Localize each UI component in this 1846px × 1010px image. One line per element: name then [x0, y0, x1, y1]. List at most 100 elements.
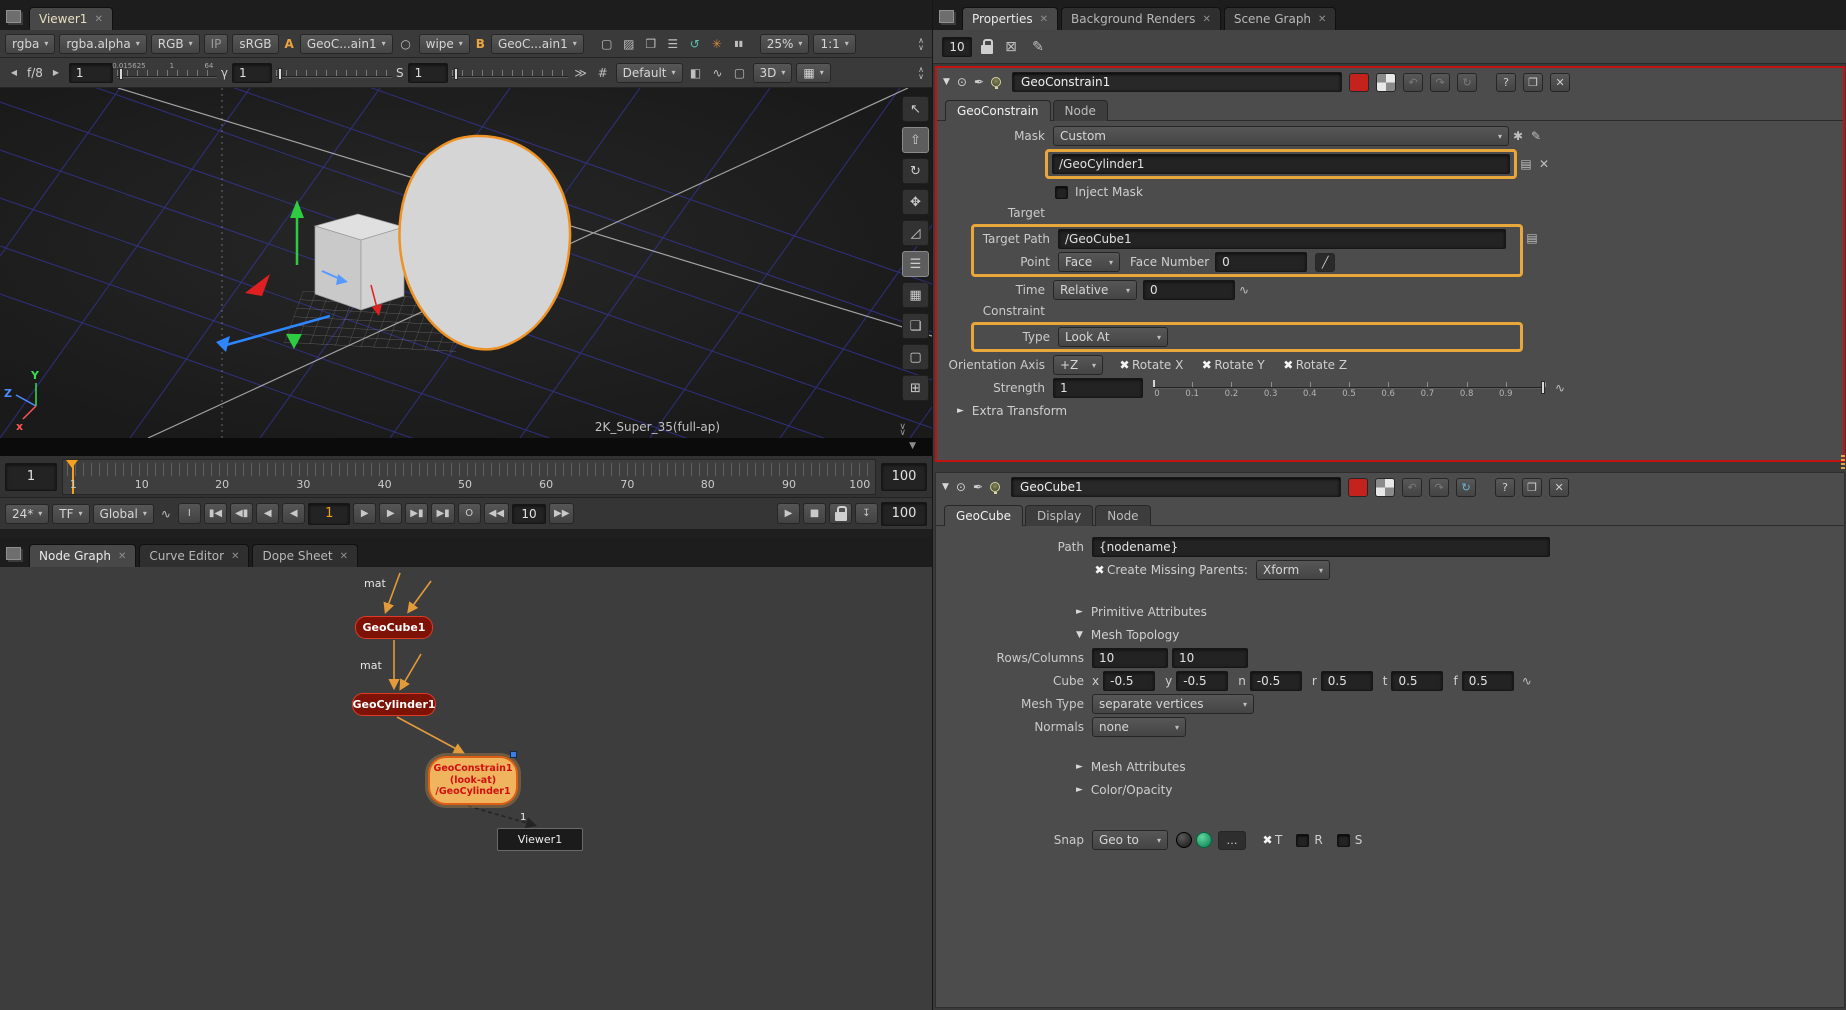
help-icon[interactable]: ?: [1495, 478, 1515, 497]
collapse-triangle-icon[interactable]: ▼: [909, 441, 916, 451]
channel-swatch[interactable]: [1376, 73, 1396, 92]
set-in-button[interactable]: I: [178, 503, 201, 524]
next-keyframe-button[interactable]: ▶▮: [405, 503, 428, 524]
snap-r-checkbox[interactable]: [1296, 834, 1309, 847]
close-icon[interactable]: ✕: [1202, 14, 1210, 25]
collapse-triangle-icon[interactable]: ▼: [942, 482, 949, 492]
roi-icon[interactable]: ✳: [708, 34, 726, 54]
close-icon[interactable]: ✕: [1040, 14, 1048, 25]
tab-curve-editor[interactable]: Curve Editor ✕: [139, 544, 249, 567]
strength-slider[interactable]: 0 0.1 0.2 0.3 0.4 0.5 0.6 0.7 0.8 0.9: [1153, 378, 1545, 398]
mask-dropdown[interactable]: Custom▾: [1053, 126, 1509, 146]
gear-icon[interactable]: ✱: [1509, 126, 1527, 146]
constraint-type-dropdown[interactable]: Look At▾: [1058, 327, 1168, 347]
rotate-x-checkbox[interactable]: ✖: [1117, 358, 1132, 372]
rotate-z-checkbox[interactable]: ✖: [1281, 358, 1296, 372]
frame-selected-icon[interactable]: ❏: [902, 313, 929, 339]
grid-overlay-icon[interactable]: ▦: [902, 282, 929, 308]
point-dropdown[interactable]: Face▾: [1058, 252, 1120, 272]
display-mode-icon[interactable]: ☰: [902, 251, 929, 277]
pin-icon[interactable]: ✒: [974, 75, 984, 89]
edit-pencil-icon[interactable]: ✎: [1029, 37, 1047, 57]
channel-swatch[interactable]: [1375, 478, 1395, 497]
tab-node-graph[interactable]: Node Graph ✕: [29, 544, 136, 567]
tab-properties[interactable]: Properties ✕: [962, 7, 1058, 30]
crop-icon[interactable]: ▢: [598, 34, 616, 54]
create-missing-parents-checkbox[interactable]: ✖: [1092, 563, 1107, 577]
close-icon[interactable]: ✕: [94, 14, 102, 25]
geo-cube[interactable]: [315, 214, 404, 310]
update-icon[interactable]: ↻: [1456, 478, 1476, 497]
guides-icon[interactable]: #: [594, 63, 612, 83]
scene-browser-icon[interactable]: ▤: [1523, 228, 1541, 248]
rotate-tool-icon[interactable]: ↻: [902, 158, 929, 184]
node-color-swatch[interactable]: [1349, 73, 1369, 92]
slider-handle[interactable]: [1541, 381, 1545, 394]
gamma-slider[interactable]: [276, 64, 392, 82]
cube-f-field[interactable]: 0.5: [1462, 671, 1514, 691]
layer-dropdown[interactable]: rgba▾: [5, 34, 55, 54]
tab-background-renders[interactable]: Background Renders ✕: [1061, 7, 1221, 30]
close-icon[interactable]: ✕: [118, 551, 126, 562]
gain-slider[interactable]: 0.015625 1 64: [117, 64, 217, 82]
face-number-field[interactable]: 0: [1215, 252, 1307, 272]
tab-scene-graph[interactable]: Scene Graph ✕: [1224, 7, 1337, 30]
node-geocube1[interactable]: GeoCube1: [355, 616, 433, 639]
help-icon[interactable]: ?: [1496, 73, 1516, 92]
play-backward-button[interactable]: ◀: [282, 503, 305, 524]
time-offset-field[interactable]: 0: [1143, 280, 1235, 300]
tab-display[interactable]: Display: [1025, 505, 1093, 526]
jump-back-button[interactable]: ◀◀: [484, 503, 509, 524]
gain-field[interactable]: 1: [69, 63, 113, 83]
tab-node[interactable]: Node: [1053, 100, 1108, 121]
proxy-dropdown[interactable]: 1:1▾: [813, 34, 855, 54]
close-panel-icon[interactable]: ✕: [1549, 478, 1569, 497]
cube-x-field[interactable]: -0.5: [1103, 671, 1155, 691]
expand-triangle-icon[interactable]: ►: [957, 406, 964, 416]
revert-icon[interactable]: ↻: [1457, 73, 1477, 92]
input-process-icon[interactable]: ≫: [572, 63, 590, 83]
tab-viewer1[interactable]: Viewer1 ✕: [29, 7, 113, 30]
mask-path-field[interactable]: /GeoCylinder1: [1052, 154, 1510, 174]
fstop-label[interactable]: f/8: [27, 66, 43, 80]
step-forward-button[interactable]: ▶: [379, 503, 402, 524]
lightbulb-icon[interactable]: [991, 77, 1001, 87]
expand-triangle-icon[interactable]: ►: [1076, 762, 1083, 772]
alpha-dropdown[interactable]: rgba.alpha▾: [59, 34, 146, 54]
refresh-icon[interactable]: ↺: [686, 34, 704, 54]
saturation-slider[interactable]: [452, 64, 568, 82]
go-to-start-button[interactable]: ▮◀: [204, 503, 227, 524]
curve-icon[interactable]: ∿: [157, 504, 175, 524]
close-icon[interactable]: ✕: [231, 551, 239, 562]
prev-keyframe-button[interactable]: ◀▮: [230, 503, 253, 524]
go-to-end-button[interactable]: ▶▮: [431, 503, 454, 524]
cube-y-field[interactable]: -0.5: [1176, 671, 1228, 691]
cube-r-field[interactable]: 0.5: [1321, 671, 1373, 691]
frame-increment-field[interactable]: 10: [512, 504, 546, 524]
tab-geoconstrain[interactable]: GeoConstrain: [945, 100, 1051, 121]
mesh-type-dropdown[interactable]: separate vertices▾: [1092, 694, 1254, 714]
rows-field[interactable]: 10: [1092, 648, 1168, 668]
frame-ruler[interactable]: 1 10 20 30 40 50 60 70 80 90 100: [62, 459, 876, 495]
node-name-field[interactable]: GeoCube1: [1011, 477, 1341, 497]
ab-swap-icon[interactable]: ○: [397, 34, 415, 54]
clear-path-icon[interactable]: ✕: [1535, 154, 1553, 174]
pin-icon[interactable]: ✒: [973, 480, 983, 494]
columns-field[interactable]: 10: [1172, 648, 1248, 668]
tile-view-icon[interactable]: ⊞: [902, 375, 929, 401]
eyedropper-icon[interactable]: ╱: [1315, 253, 1335, 272]
translate-tool-icon[interactable]: ✥: [902, 189, 929, 215]
checkerboard-icon[interactable]: ▨: [620, 34, 638, 54]
strength-field[interactable]: 1: [1053, 378, 1143, 398]
node-geocylinder1[interactable]: GeoCylinder1: [352, 693, 436, 716]
lightbulb-icon[interactable]: [990, 482, 1000, 492]
edit-expression-icon[interactable]: ✎: [1527, 126, 1545, 146]
tab-node[interactable]: Node: [1095, 505, 1150, 526]
wipe-stack-icon[interactable]: ❐: [642, 34, 660, 54]
stereo-views-icon[interactable]: ◧: [687, 63, 705, 83]
pointer-tool-icon[interactable]: ↖: [902, 96, 929, 122]
close-panel-icon[interactable]: ✕: [1550, 73, 1570, 92]
input-a-dropdown[interactable]: GeoC...ain1▾: [300, 34, 393, 54]
tab-dope-sheet[interactable]: Dope Sheet ✕: [252, 544, 357, 567]
snap-dropdown[interactable]: Geo to▾: [1092, 830, 1168, 850]
